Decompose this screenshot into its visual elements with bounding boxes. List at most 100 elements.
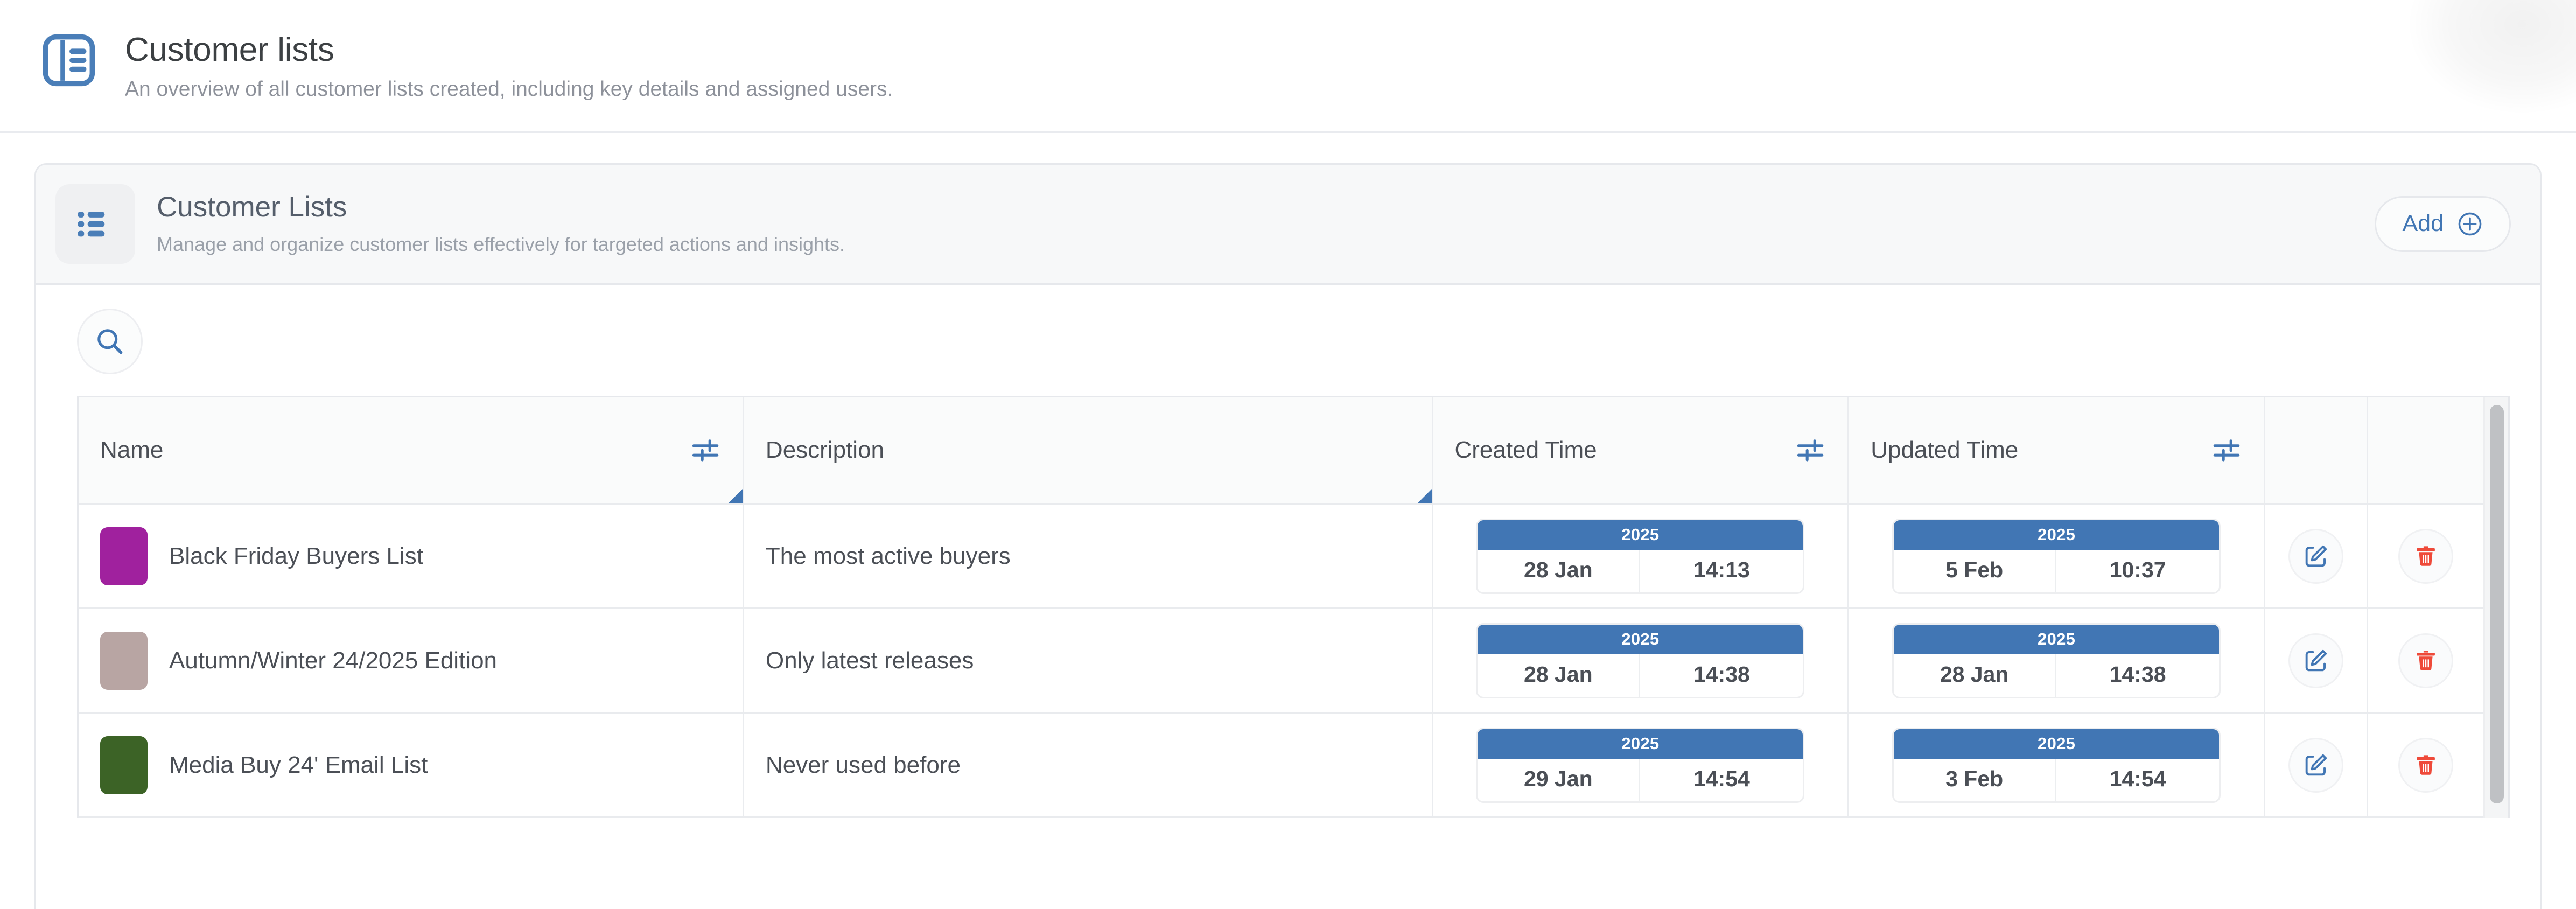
list-description: Only latest releases: [765, 647, 974, 674]
add-button-label: Add: [2402, 211, 2444, 237]
column-resize-handle[interactable]: [1417, 489, 1432, 504]
date-time: 14:54: [2109, 766, 2166, 791]
date-year: 2025: [1894, 624, 2220, 654]
date-day: 28 Jan: [1478, 654, 1641, 697]
scrollbar-thumb[interactable]: [2490, 404, 2504, 803]
page-header-text: Customer lists An overview of all custom…: [125, 30, 893, 102]
list-description: Never used before: [765, 751, 961, 778]
customer-lists-table: Name Description Created Time Updated Ti…: [77, 395, 2510, 819]
date-day: 28 Jan: [1478, 549, 1641, 592]
edit-pencil-icon: [2305, 545, 2327, 567]
cell-updated-time: 2025 3 Feb 14:54: [1848, 712, 2266, 819]
page-title: Customer lists: [125, 31, 334, 68]
column-header-updated-time[interactable]: Updated Time: [1848, 397, 2266, 505]
cell-delete: [2367, 504, 2483, 610]
column-label: Created Time: [1454, 437, 1597, 463]
column-label: Updated Time: [1871, 437, 2019, 463]
cell-description: The most active buyers: [743, 504, 1433, 610]
table-body: Black Friday Buyers List The most active…: [79, 504, 2483, 819]
cell-delete: [2367, 608, 2483, 714]
cell-edit: [2264, 712, 2368, 819]
date-day: 28 Jan: [1894, 654, 2057, 697]
date-widget: 2025 29 Jan 14:54: [1476, 727, 1805, 803]
cell-updated-time: 2025 28 Jan 14:38: [1848, 608, 2266, 714]
list-name: Media Buy 24' Email List: [169, 751, 428, 778]
column-label: Name: [100, 437, 164, 463]
date-widget: 2025 28 Jan 14:38: [1892, 623, 2221, 698]
cell-edit: [2264, 608, 2368, 714]
table-header-row: Name Description Created Time Updated Ti…: [79, 397, 2483, 505]
table-toolbar: [36, 284, 2540, 396]
edit-button[interactable]: [2288, 737, 2343, 793]
date-day: 5 Feb: [1894, 549, 2057, 592]
table-row[interactable]: Media Buy 24' Email List Never used befo…: [79, 712, 2483, 819]
list-name: Autumn/Winter 24/2025 Edition: [169, 647, 498, 674]
delete-button[interactable]: [2398, 737, 2453, 793]
search-icon: [94, 325, 126, 358]
card-header: Customer Lists Manage and organize custo…: [36, 164, 2540, 285]
cell-created-time: 2025 28 Jan 14:38: [1432, 608, 1850, 714]
customer-lists-card: Customer Lists Manage and organize custo…: [34, 163, 2542, 909]
column-header-delete: [2367, 397, 2483, 505]
column-header-description[interactable]: Description: [743, 397, 1433, 505]
edit-button[interactable]: [2288, 528, 2343, 584]
trash-icon: [2416, 651, 2435, 670]
table-vertical-scrollbar[interactable]: [2483, 397, 2508, 819]
date-time: 14:38: [2109, 661, 2166, 687]
date-time: 14:54: [1693, 766, 1750, 791]
date-year: 2025: [1478, 520, 1803, 550]
bullet-list-icon: [74, 203, 116, 245]
plus-circle-icon: [2456, 211, 2483, 237]
cell-description: Only latest releases: [743, 608, 1433, 714]
table-row[interactable]: Autumn/Winter 24/2025 Edition Only lates…: [79, 608, 2483, 714]
edit-button[interactable]: [2288, 633, 2343, 688]
cell-edit: [2264, 504, 2368, 610]
card-title: Customer Lists: [157, 191, 347, 223]
color-swatch: [100, 527, 148, 585]
cell-delete: [2367, 712, 2483, 819]
column-header-name[interactable]: Name: [79, 397, 744, 505]
add-button[interactable]: Add: [2375, 195, 2511, 252]
date-time: 14:38: [1693, 661, 1750, 687]
date-time: 10:37: [2109, 557, 2166, 582]
color-swatch: [100, 736, 148, 794]
date-time: 14:13: [1693, 557, 1750, 582]
column-header-edit: [2264, 397, 2368, 505]
page-subtitle: An overview of all customer lists create…: [125, 77, 893, 101]
card-subtitle: Manage and organize customer lists effec…: [157, 233, 845, 256]
date-day: 3 Feb: [1894, 758, 2057, 801]
edit-pencil-icon: [2305, 754, 2327, 776]
list-name: Black Friday Buyers List: [169, 542, 423, 569]
card-icon-container: [55, 184, 135, 264]
cell-name: Media Buy 24' Email List: [79, 712, 744, 819]
date-widget: 2025 28 Jan 14:38: [1476, 623, 1805, 698]
cell-updated-time: 2025 5 Feb 10:37: [1848, 504, 2266, 610]
cell-name: Black Friday Buyers List: [79, 504, 744, 610]
list-description: The most active buyers: [765, 542, 1011, 569]
date-widget: 2025 5 Feb 10:37: [1892, 518, 2221, 594]
sort-sliders-icon[interactable]: [1795, 435, 1826, 466]
cell-name: Autumn/Winter 24/2025 Edition: [79, 608, 744, 714]
date-year: 2025: [1894, 520, 2220, 550]
page-header: Customer lists An overview of all custom…: [0, 0, 2576, 133]
sort-sliders-icon[interactable]: [690, 435, 721, 466]
list-panel-icon: [41, 32, 97, 88]
card-header-text: Customer Lists Manage and organize custo…: [135, 191, 2375, 256]
date-year: 2025: [1894, 729, 2220, 759]
delete-button[interactable]: [2398, 528, 2453, 584]
trash-icon: [2416, 546, 2435, 566]
column-header-created-time[interactable]: Created Time: [1432, 397, 1850, 505]
cell-description: Never used before: [743, 712, 1433, 819]
sort-sliders-icon[interactable]: [2211, 435, 2242, 466]
edit-pencil-icon: [2305, 649, 2327, 672]
delete-button[interactable]: [2398, 633, 2453, 688]
color-swatch: [100, 631, 148, 690]
cell-created-time: 2025 29 Jan 14:54: [1432, 712, 1850, 819]
column-label: Description: [765, 437, 885, 463]
trash-icon: [2416, 755, 2435, 775]
date-day: 29 Jan: [1478, 758, 1641, 801]
column-resize-handle[interactable]: [728, 489, 743, 504]
table-row[interactable]: Black Friday Buyers List The most active…: [79, 504, 2483, 610]
date-widget: 2025 3 Feb 14:54: [1892, 727, 2221, 803]
search-button[interactable]: [77, 308, 143, 374]
